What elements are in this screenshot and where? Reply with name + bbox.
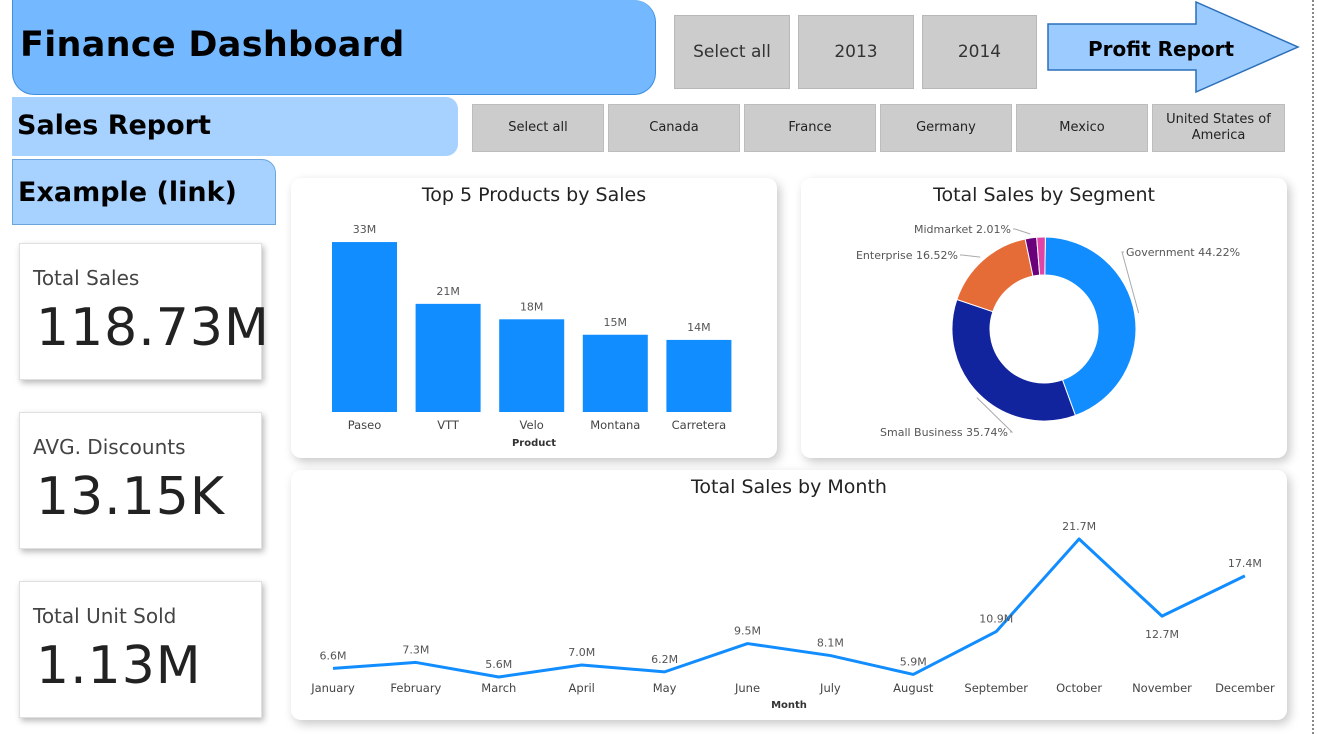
x-tick-label: March <box>481 681 516 695</box>
top-products-chart: Top 5 Products by Sales 33M Paseo 21M VTT 18… <box>291 178 777 458</box>
series-line <box>332 537 1246 679</box>
country-germany-button[interactable]: Germany <box>880 104 1012 152</box>
kpi-label: Total Unit Sold <box>33 604 177 628</box>
page-border <box>1312 0 1314 734</box>
kpi-value: 118.73M <box>36 298 270 358</box>
slice-label: Small Business 35.74% <box>880 426 1008 439</box>
bar <box>415 303 481 412</box>
x-tick-label: July <box>819 681 841 695</box>
kpi-label: AVG. Discounts <box>33 435 186 459</box>
line-data-label: 6.6M <box>320 649 347 662</box>
line-data-label: 21.7M <box>1062 520 1096 533</box>
x-tick-label: February <box>390 681 441 695</box>
sales-report-title: Sales Report <box>17 110 211 141</box>
x-tick-label: April <box>569 681 595 695</box>
kpi-card-total-unit-sold: Total Unit Sold 1.13M <box>19 581 262 718</box>
bar <box>666 339 732 412</box>
bar-data-label: 14M <box>687 321 711 334</box>
x-tick-label: VTT <box>437 418 460 432</box>
bar-data-label: 33M <box>353 223 377 236</box>
line-data-label: 17.4M <box>1228 557 1262 570</box>
bar <box>582 334 648 412</box>
donut-chart-svg: Government 44.22% Small Business 35.74% En… <box>856 223 1240 439</box>
monthly-sales-chart: Total Sales by Month 6.6M January 7.3M Febr… <box>291 470 1287 720</box>
kpi-value: 13.15K <box>36 467 225 527</box>
country-mexico-button[interactable]: Mexico <box>1016 104 1148 152</box>
x-tick-label: January <box>310 681 355 695</box>
line-data-label: 7.3M <box>402 643 429 656</box>
country-france-button[interactable]: France <box>744 104 876 152</box>
x-tick-label: Velo <box>520 418 544 432</box>
country-select-all-button[interactable]: Select all <box>472 104 604 152</box>
bar-data-label: 21M <box>436 285 460 298</box>
bar-chart-svg: 33M Paseo 21M VTT 18M Velo 15M Montana 14M Carret… <box>332 223 732 449</box>
donut-slice <box>951 298 1077 422</box>
line-data-label: 12.7M <box>1145 628 1179 641</box>
bar <box>332 242 397 412</box>
segment-chart: Total Sales by Segment Government 44.22%… <box>801 178 1287 458</box>
kpi-label: Total Sales <box>33 266 140 290</box>
kpi-value: 1.13M <box>36 636 202 696</box>
profit-report-button[interactable]: Profit Report <box>1046 0 1302 94</box>
country-canada-button[interactable]: Canada <box>608 104 740 152</box>
line-data-label: 8.1M <box>817 637 844 650</box>
slice-label: Government 44.22% <box>1126 246 1240 259</box>
kpi-card-total-sales: Total Sales 118.73M <box>19 243 269 380</box>
x-axis-title: Product <box>512 438 556 449</box>
country-usa-button[interactable]: United States of America <box>1152 104 1285 152</box>
profit-report-label: Profit Report <box>1088 37 1235 61</box>
x-tick-label: August <box>893 681 934 695</box>
x-tick-label: December <box>1215 681 1275 695</box>
x-tick-label: Montana <box>590 418 640 432</box>
x-tick-label: Paseo <box>348 418 382 432</box>
year-2014-button[interactable]: 2014 <box>922 15 1037 89</box>
slice-label: Enterprise 16.52% <box>856 249 958 262</box>
x-tick-label: May <box>653 681 677 695</box>
x-tick-label: Carretera <box>672 418 727 432</box>
leader-line <box>960 254 981 258</box>
line-chart-svg: 6.6M January 7.3M February 5.6M March 7.0M Apri… <box>310 520 1275 711</box>
page-title: Finance Dashboard <box>20 25 405 65</box>
kpi-card-avg-discounts: AVG. Discounts 13.15K <box>19 412 262 549</box>
x-axis-title: Month <box>771 700 807 711</box>
line-data-label: 9.5M <box>734 625 761 638</box>
x-tick-label: September <box>964 681 1028 695</box>
bar-data-label: 15M <box>604 316 628 329</box>
bar <box>499 319 565 412</box>
year-select-all-button[interactable]: Select all <box>674 15 790 89</box>
line-data-label: 7.0M <box>568 646 595 659</box>
donut-slice <box>956 238 1034 313</box>
x-tick-label: October <box>1056 681 1102 695</box>
year-2013-button[interactable]: 2013 <box>798 15 914 89</box>
bar-data-label: 18M <box>520 300 544 313</box>
line-data-label: 5.6M <box>485 658 512 671</box>
leader-line <box>1013 228 1031 235</box>
line-data-label: 6.2M <box>651 653 678 666</box>
example-link-label: Example (link) <box>18 177 237 208</box>
line-data-label: 5.9M <box>900 655 927 668</box>
x-tick-label: June <box>734 681 760 695</box>
line-data-label: 10.9M <box>979 613 1013 626</box>
slice-label: Midmarket 2.01% <box>914 223 1011 236</box>
x-tick-label: November <box>1132 681 1192 695</box>
